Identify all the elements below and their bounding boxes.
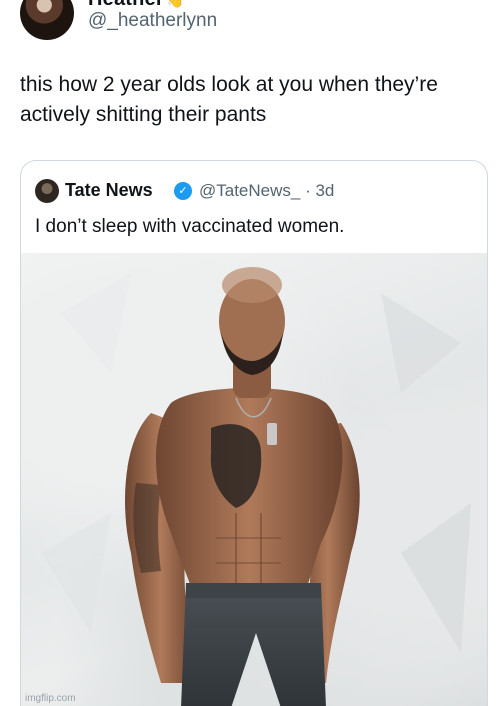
quoted-author-handle-time: @TateNews_ · 3d <box>199 181 335 200</box>
imgflip-watermark: imgflip.com <box>25 693 76 704</box>
author-name-text: Heather <box>88 0 164 10</box>
verified-badge-icon: ✓ <box>174 182 192 200</box>
quoted-tweet-image[interactable]: imgflip.com <box>21 253 487 706</box>
quoted-tweet-text: I don’t sleep with vaccinated women. <box>35 216 345 237</box>
waving-hand-icon: 👋 <box>166 0 185 8</box>
tweet-text: this how 2 year olds look at you when th… <box>20 73 438 126</box>
author-avatar[interactable] <box>20 0 74 40</box>
quoted-tweet-header: Tate News ✓ @TateNews_ · 3d <box>35 177 475 205</box>
quoted-author-name[interactable]: Tate News <box>65 180 153 201</box>
author-handle[interactable]: @_heatherlynn <box>88 10 217 32</box>
quoted-author-avatar[interactable] <box>35 179 59 203</box>
shirtless-man-photo <box>41 267 471 706</box>
quoted-tweet[interactable]: Tate News ✓ @TateNews_ · 3d I don’t slee… <box>20 160 488 706</box>
tweet-author[interactable]: Heather👋 @_heatherlynn <box>20 0 480 40</box>
